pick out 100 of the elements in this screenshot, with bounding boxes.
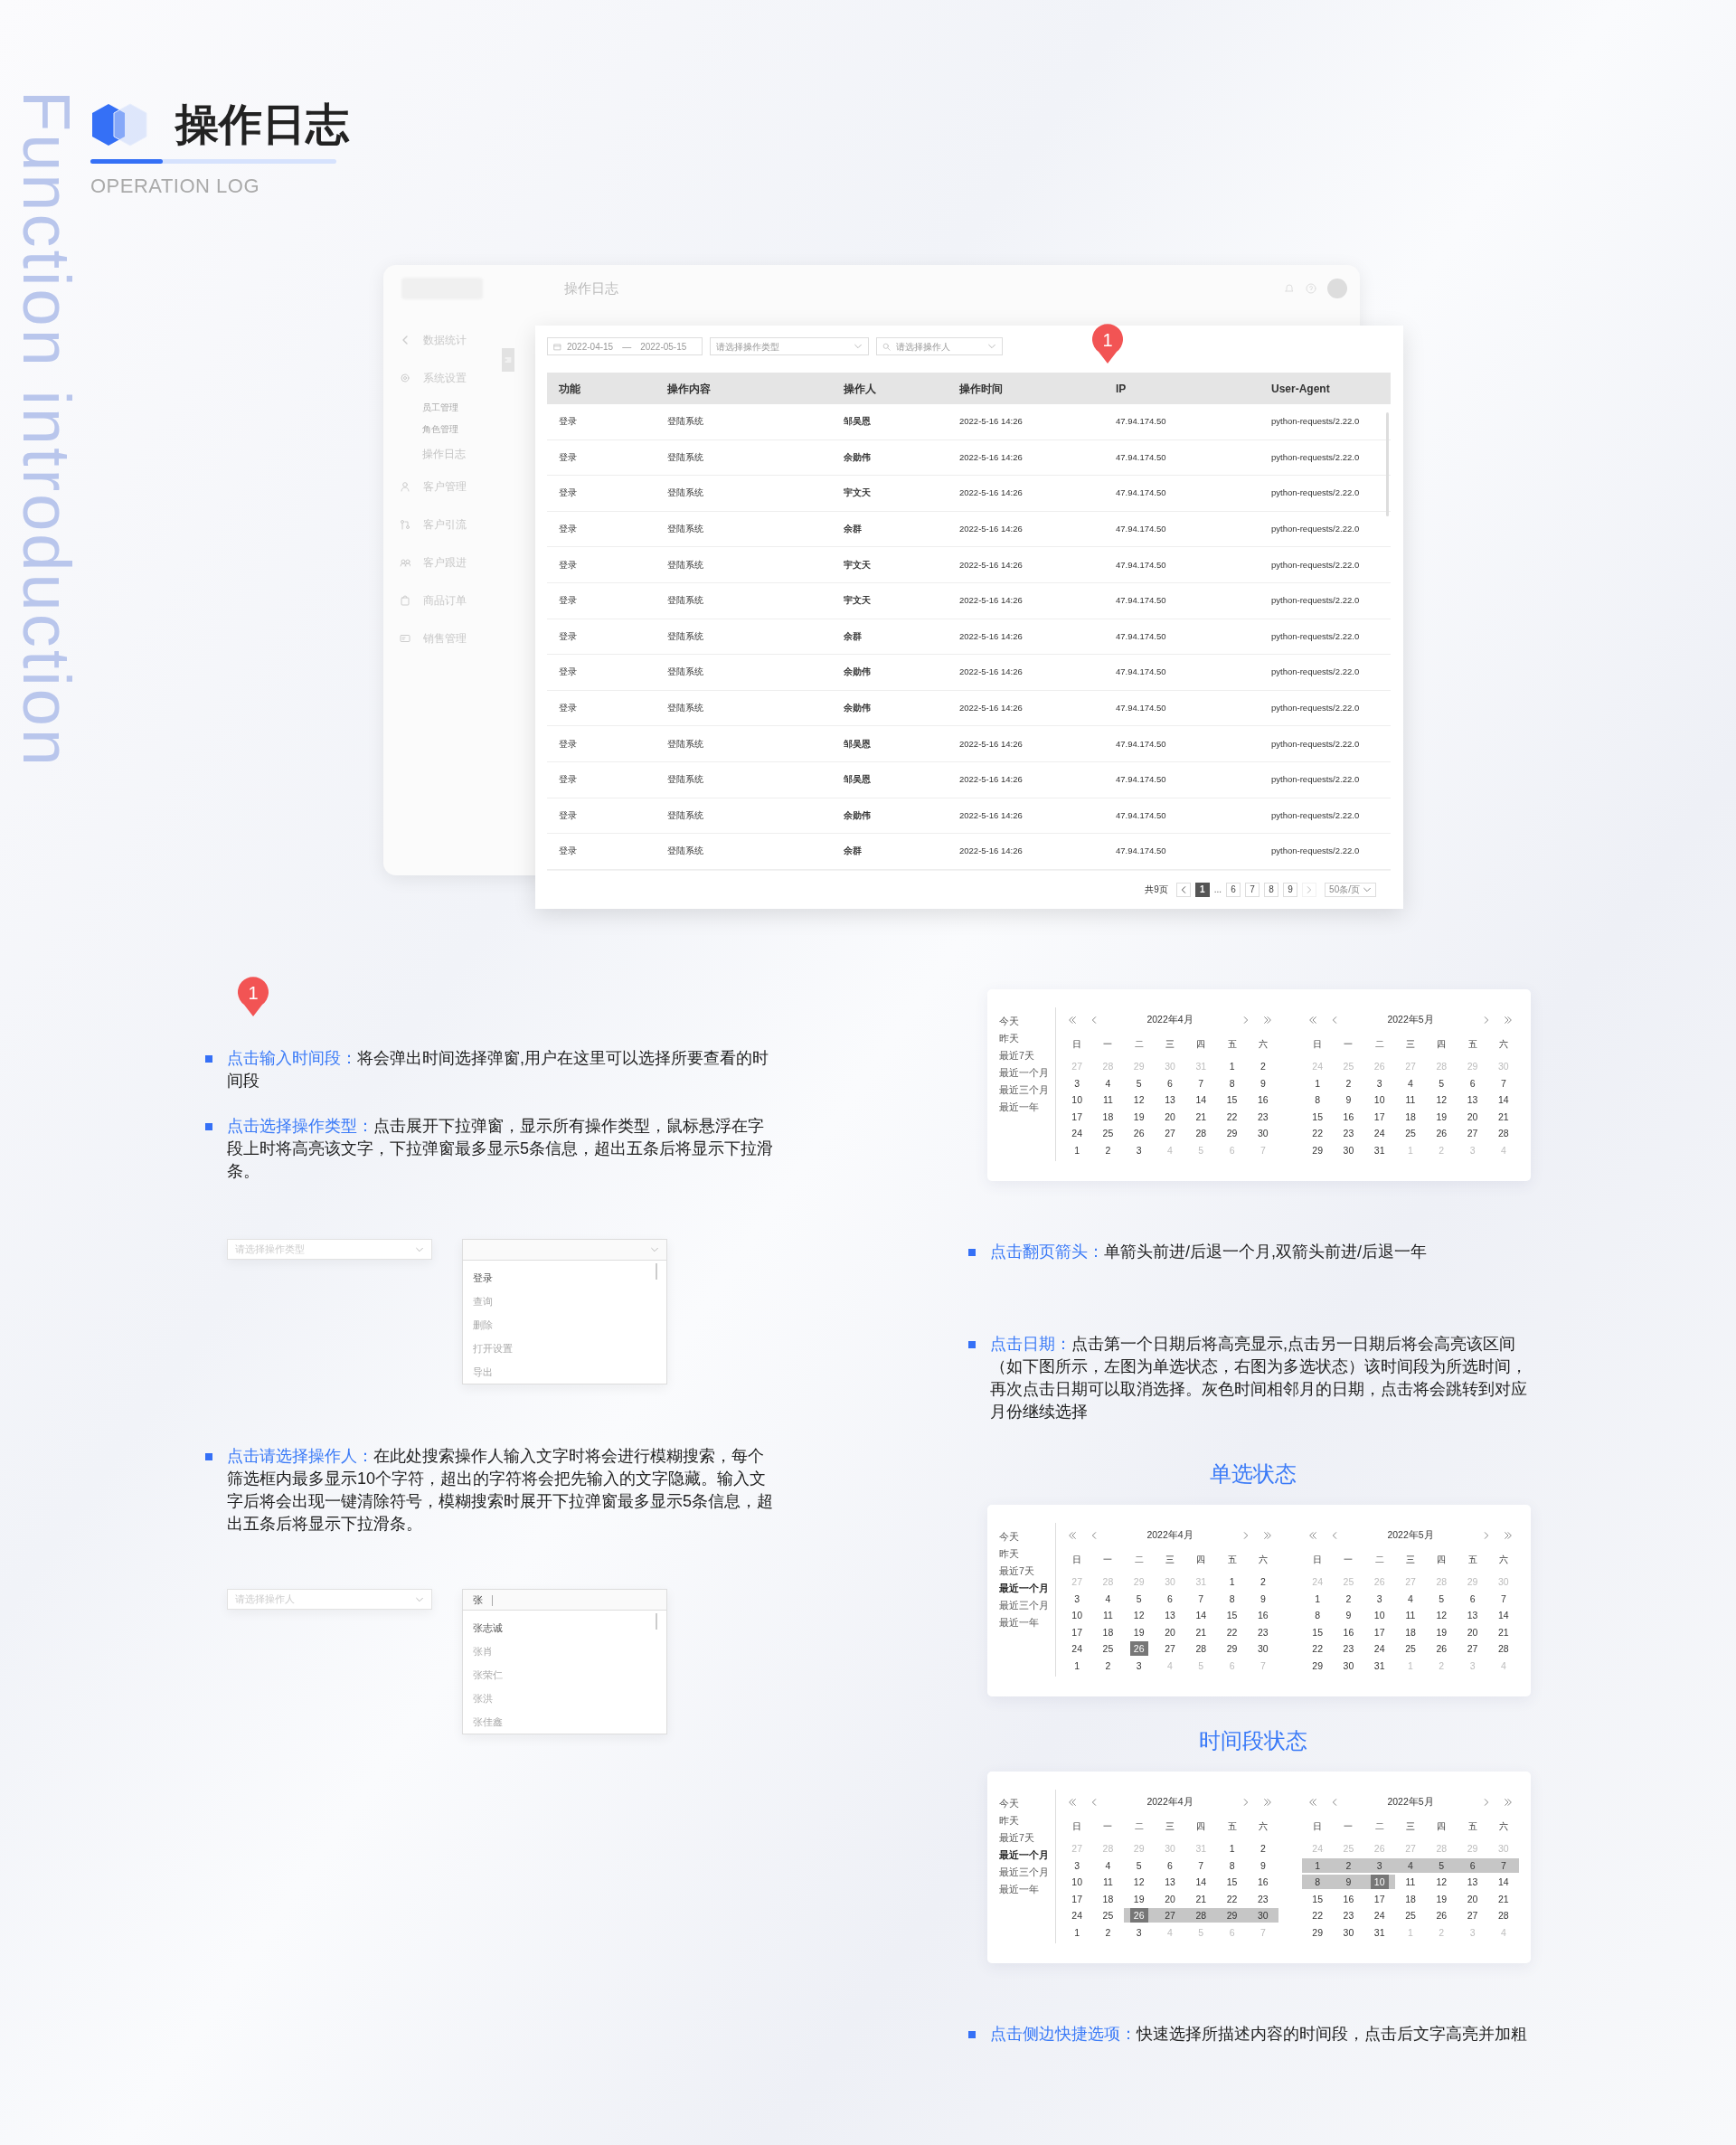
- calendar-day[interactable]: 4: [1092, 1075, 1124, 1091]
- calendar-day[interactable]: 22: [1216, 1624, 1248, 1639]
- calendar-day[interactable]: 3: [1061, 1591, 1093, 1606]
- calendar-day[interactable]: 14: [1487, 1875, 1519, 1890]
- calendar-day[interactable]: 29: [1216, 1641, 1248, 1657]
- calendar-day[interactable]: 24: [1061, 1908, 1093, 1923]
- calendar-day[interactable]: 30: [1247, 1908, 1278, 1923]
- bell-icon[interactable]: [1284, 283, 1295, 294]
- avatar[interactable]: [1327, 279, 1347, 298]
- calendar-day[interactable]: 24: [1363, 1908, 1395, 1923]
- calendar-day[interactable]: 29: [1302, 1924, 1334, 1940]
- calendar-day[interactable]: 30: [1247, 1641, 1278, 1657]
- dropdown-option[interactable]: 张志诚: [473, 1616, 666, 1639]
- calendar-day[interactable]: 23: [1333, 1641, 1364, 1657]
- calendar-day[interactable]: 19: [1426, 1109, 1458, 1124]
- calendar-day[interactable]: 14: [1487, 1608, 1519, 1623]
- calendar-day[interactable]: 19: [1426, 1624, 1458, 1639]
- shortcut-option[interactable]: 昨天: [999, 1545, 1055, 1563]
- calendar-day[interactable]: 29: [1216, 1126, 1248, 1141]
- calendar-day[interactable]: 14: [1185, 1092, 1217, 1108]
- calendar-day[interactable]: 5: [1123, 1591, 1155, 1606]
- calendar-day[interactable]: 22: [1302, 1908, 1334, 1923]
- double-chevron-left-icon[interactable]: [1068, 1798, 1077, 1807]
- calendar-day[interactable]: 12: [1123, 1608, 1155, 1623]
- shortcut-option[interactable]: 最近一年: [999, 1881, 1055, 1898]
- calendar-day[interactable]: 22: [1216, 1891, 1248, 1906]
- calendar-day[interactable]: 11: [1394, 1092, 1427, 1108]
- calendar-day[interactable]: 15: [1302, 1624, 1334, 1639]
- calendar-day[interactable]: 17: [1363, 1891, 1395, 1906]
- calendar-day[interactable]: 5: [1426, 1075, 1458, 1091]
- calendar-day[interactable]: 14: [1487, 1092, 1519, 1108]
- calendar-day[interactable]: 12: [1123, 1875, 1155, 1890]
- calendar-day[interactable]: 22: [1216, 1109, 1248, 1124]
- calendar-day[interactable]: 25: [1394, 1126, 1427, 1141]
- calendar-day[interactable]: 8: [1302, 1875, 1334, 1890]
- calendar-day[interactable]: 11: [1092, 1875, 1124, 1890]
- calendar-day[interactable]: 4: [1394, 1075, 1427, 1091]
- calendar-day[interactable]: 6: [1154, 1591, 1186, 1606]
- shortcut-option[interactable]: 最近7天: [999, 1563, 1055, 1580]
- calendar-day[interactable]: 21: [1185, 1109, 1217, 1124]
- calendar-day[interactable]: 2: [1092, 1658, 1124, 1673]
- calendar-day[interactable]: 3: [1061, 1075, 1093, 1091]
- calendar-day[interactable]: 13: [1457, 1608, 1488, 1623]
- calendar-day[interactable]: 5: [1426, 1591, 1458, 1606]
- calendar-day[interactable]: 20: [1457, 1109, 1488, 1124]
- calendar-day[interactable]: 18: [1092, 1891, 1124, 1906]
- chevron-right-icon[interactable]: [1241, 1798, 1250, 1807]
- calendar-day[interactable]: 6: [1457, 1591, 1488, 1606]
- calendar-day[interactable]: 10: [1061, 1875, 1093, 1890]
- calendar-day[interactable]: 24: [1363, 1126, 1395, 1141]
- shortcut-option[interactable]: 最近一年: [999, 1614, 1055, 1631]
- calendar-day[interactable]: 3: [1061, 1857, 1093, 1873]
- calendar-day[interactable]: 30: [1333, 1658, 1364, 1673]
- calendar-day[interactable]: 27: [1457, 1126, 1488, 1141]
- calendar-day[interactable]: 13: [1154, 1092, 1186, 1108]
- calendar-day[interactable]: 24: [1061, 1126, 1093, 1141]
- calendar-day[interactable]: 3: [1363, 1857, 1395, 1873]
- calendar-day[interactable]: 20: [1457, 1891, 1488, 1906]
- calendar-day[interactable]: 21: [1185, 1624, 1217, 1639]
- shortcut-option[interactable]: 最近7天: [999, 1829, 1055, 1847]
- calendar-day[interactable]: 10: [1061, 1092, 1093, 1108]
- calendar-day[interactable]: 23: [1247, 1891, 1278, 1906]
- calendar-day[interactable]: 31: [1363, 1658, 1395, 1673]
- calendar-day[interactable]: 25: [1092, 1908, 1124, 1923]
- calendar-day[interactable]: 22: [1302, 1126, 1334, 1141]
- double-chevron-left-icon[interactable]: [1308, 1016, 1317, 1025]
- scrollbar[interactable]: [1386, 412, 1389, 516]
- calendar-day[interactable]: 25: [1394, 1641, 1427, 1657]
- shortcut-option[interactable]: 今天: [999, 1528, 1055, 1545]
- calendar-day[interactable]: 29: [1216, 1908, 1248, 1923]
- double-chevron-right-icon[interactable]: [1263, 1016, 1272, 1025]
- chevron-left-icon[interactable]: [1330, 1531, 1339, 1540]
- calendar-day[interactable]: 13: [1154, 1608, 1186, 1623]
- calendar-day[interactable]: 15: [1302, 1109, 1334, 1124]
- page-button[interactable]: 1: [1194, 882, 1210, 897]
- calendar-day[interactable]: 13: [1457, 1092, 1488, 1108]
- calendar-day[interactable]: 10: [1061, 1608, 1093, 1623]
- shortcut-option[interactable]: 最近一个月: [999, 1847, 1055, 1864]
- calendar-day[interactable]: 5: [1426, 1857, 1458, 1873]
- shortcut-option[interactable]: 最近三个月: [999, 1082, 1055, 1099]
- calendar-day[interactable]: 15: [1216, 1608, 1248, 1623]
- select-field[interactable]: [463, 1240, 666, 1261]
- calendar-day[interactable]: 4: [1092, 1857, 1124, 1873]
- calendar-day[interactable]: 13: [1154, 1875, 1186, 1890]
- page-button[interactable]: 7: [1245, 882, 1260, 897]
- shortcut-option[interactable]: 昨天: [999, 1812, 1055, 1829]
- calendar-day[interactable]: 28: [1185, 1641, 1217, 1657]
- calendar-day[interactable]: 20: [1154, 1109, 1186, 1124]
- double-chevron-right-icon[interactable]: [1263, 1531, 1272, 1540]
- calendar-day[interactable]: 16: [1247, 1608, 1278, 1623]
- calendar-day[interactable]: 28: [1185, 1126, 1217, 1141]
- calendar-day[interactable]: 30: [1247, 1126, 1278, 1141]
- calendar-day[interactable]: 22: [1302, 1641, 1334, 1657]
- calendar-day[interactable]: 27: [1154, 1641, 1186, 1657]
- chevron-left-icon[interactable]: [1330, 1016, 1339, 1025]
- calendar-day[interactable]: 3: [1123, 1142, 1155, 1158]
- calendar-day[interactable]: 16: [1247, 1875, 1278, 1890]
- chevron-right-icon[interactable]: [1482, 1531, 1491, 1540]
- calendar-day[interactable]: 1: [1302, 1075, 1334, 1091]
- calendar-day[interactable]: 27: [1457, 1641, 1488, 1657]
